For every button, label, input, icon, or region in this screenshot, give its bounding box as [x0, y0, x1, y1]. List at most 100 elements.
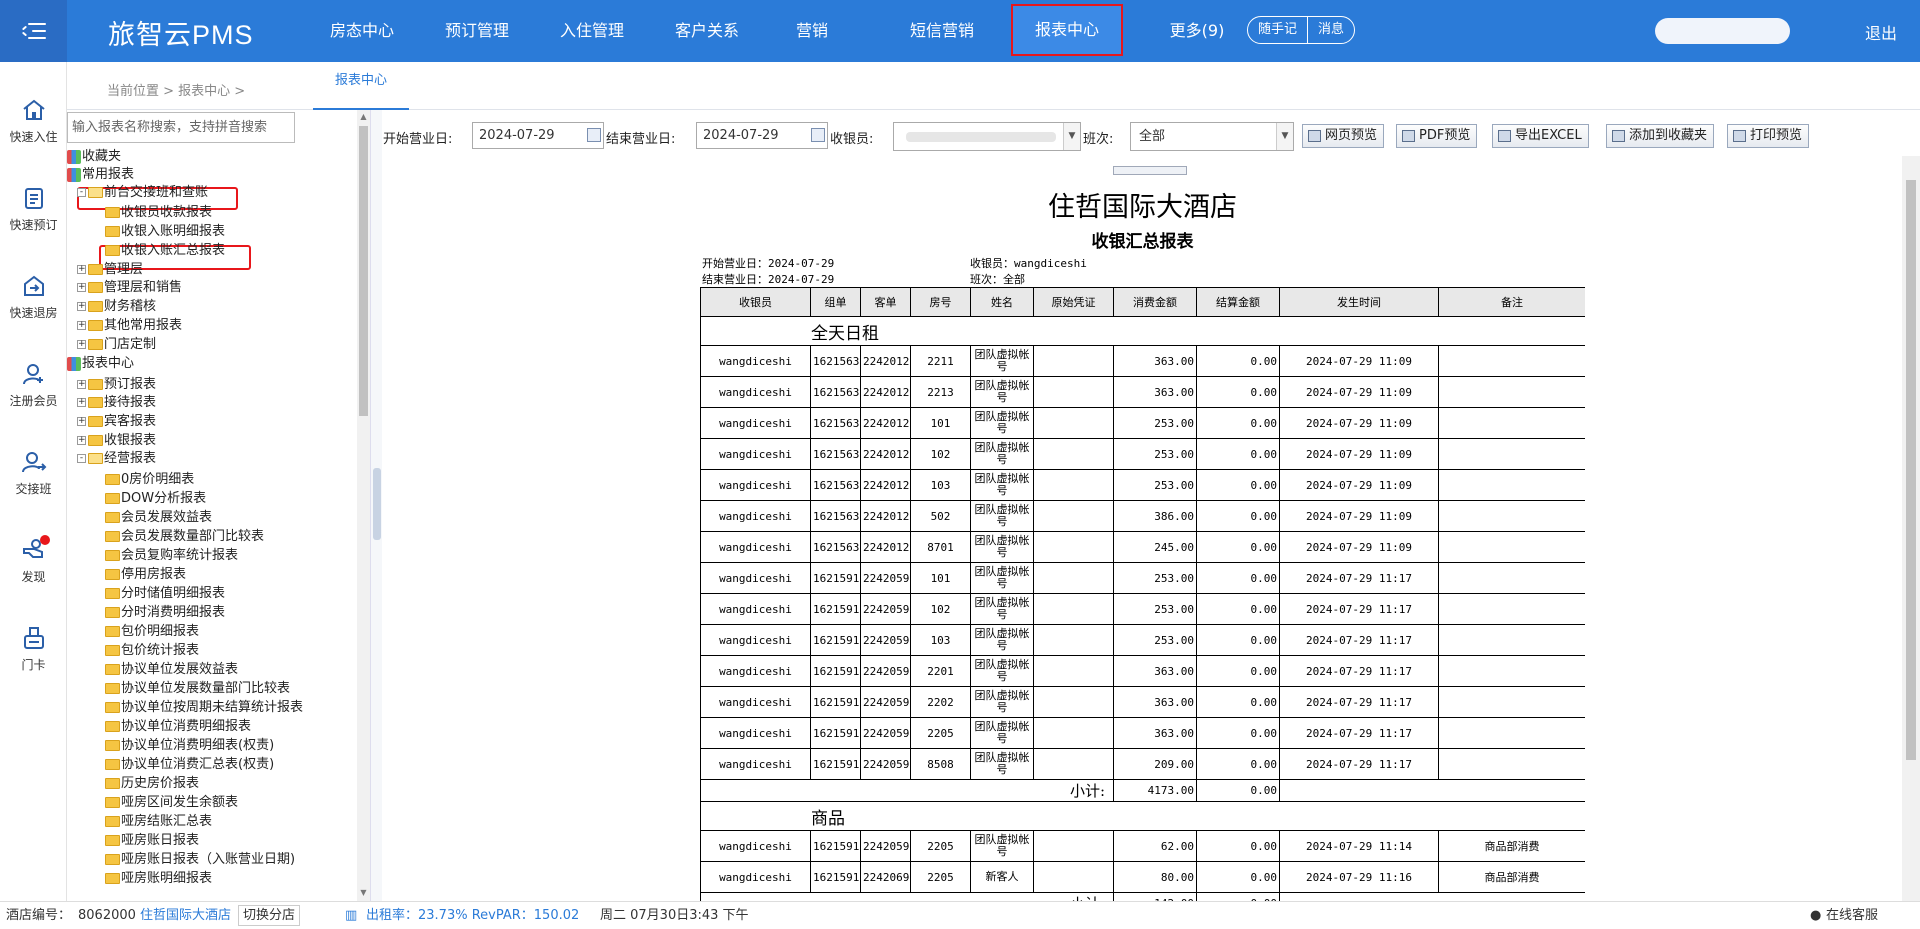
table-row[interactable]: wangdiceshi 1621591 2242059 8508 团队虚拟帐号 209.0…	[700, 748, 1585, 780]
expand-icon[interactable]: +	[77, 321, 86, 330]
tree-node[interactable]: 收银员收款报表	[105, 203, 212, 222]
tree-node[interactable]: 协议单位消费汇总表(权责)	[105, 755, 274, 774]
quick-booking-button[interactable]: 快速预订	[0, 186, 67, 233]
expand-icon[interactable]: +	[77, 380, 86, 389]
register-member-button[interactable]: 注册会员	[0, 362, 67, 409]
table-row[interactable]: wangdiceshi 1621591 2242059 2201 团队虚拟帐号 363.0…	[700, 655, 1585, 687]
tree-scrollbar[interactable]: ▲ ▼	[357, 110, 370, 901]
logout-link[interactable]: 退出	[1865, 20, 1897, 44]
table-row[interactable]: wangdiceshi 1621563 2242012 101 团队虚拟帐号 253.00…	[700, 407, 1585, 439]
tree-node[interactable]: 会员复购率统计报表	[105, 546, 238, 565]
tab-report-center[interactable]: 报表中心	[313, 62, 409, 110]
menu-toggle-button[interactable]	[0, 0, 67, 62]
calendar-icon[interactable]	[811, 128, 825, 142]
collapse-toolbar-handle[interactable]	[1113, 166, 1187, 175]
tree-node[interactable]: + 财务稽核	[77, 297, 156, 316]
discover-button[interactable]: 发现	[0, 535, 67, 585]
web-preview-button[interactable]: 网页预览	[1302, 124, 1385, 148]
tree-node[interactable]: 协议单位消费明细报表	[105, 717, 251, 736]
tree-node[interactable]: + 接待报表	[77, 393, 156, 412]
table-row[interactable]: wangdiceshi 1621591 2242059 101 团队虚拟帐号 253.00…	[700, 562, 1585, 594]
note-button[interactable]: 随手记	[1248, 17, 1307, 43]
tree-node[interactable]: 会员发展数量部门比较表	[105, 527, 264, 546]
expand-icon[interactable]: +	[77, 436, 86, 445]
start-date-input[interactable]: 2024-07-29	[472, 122, 604, 149]
tree-node[interactable]: + 门店定制	[77, 335, 156, 354]
pdf-preview-button[interactable]: PDF预览	[1396, 124, 1478, 148]
online-service-link[interactable]: 在线客服	[1826, 902, 1878, 929]
panel-splitter[interactable]	[370, 110, 382, 901]
table-row[interactable]: wangdiceshi 1621563 2242012 2213 团队虚拟帐号 363.0…	[700, 376, 1585, 408]
table-row[interactable]: wangdiceshi 1621591 2242059 2205 团队虚拟帐号 363.0…	[700, 717, 1585, 749]
tree-node[interactable]: 收银入账明细报表	[105, 222, 225, 241]
tree-node[interactable]: 协议单位发展效益表	[105, 660, 238, 679]
shift-select[interactable]: 全部 ▼	[1130, 122, 1294, 151]
table-row[interactable]: wangdiceshi 1621591 2242059 2205 团队虚拟帐号 62.00…	[700, 830, 1585, 862]
tree-node[interactable]: + 其他常用报表	[77, 316, 182, 335]
tree-node[interactable]: 常用报表	[67, 165, 134, 184]
shift-handover-button[interactable]: 交接班	[0, 450, 67, 497]
tree-node[interactable]: 分时储值明细报表	[105, 584, 225, 603]
chevron-down-icon[interactable]: ▼	[1063, 123, 1080, 150]
tree-node[interactable]: - 经营报表	[77, 449, 156, 468]
report-search-input[interactable]: 输入报表名称搜索，支持拼音搜索	[67, 112, 295, 143]
end-date-input[interactable]: 2024-07-29	[696, 122, 828, 149]
quick-checkout-button[interactable]: 快速退房	[0, 274, 67, 321]
tree-node[interactable]: 哑房账明细报表	[105, 869, 212, 888]
expand-icon[interactable]: +	[77, 302, 86, 311]
tree-node[interactable]: 哑房账日报表	[105, 831, 199, 850]
tree-node[interactable]: 哑房账日报表（入账营业日期)	[105, 850, 295, 869]
expand-icon[interactable]: +	[77, 283, 86, 292]
export-excel-button[interactable]: 导出EXCEL	[1492, 124, 1589, 148]
cashier-select[interactable]: ▼	[893, 122, 1081, 151]
tree-node[interactable]: 哑房区间发生余额表	[105, 793, 238, 812]
nav-item[interactable]: 客户关系	[657, 0, 757, 62]
tree-node[interactable]: 分时消费明细报表	[105, 603, 225, 622]
tree-node[interactable]: DOW分析报表	[105, 489, 206, 508]
scrollbar-thumb[interactable]	[359, 126, 368, 416]
tree-node[interactable]: 收银入账汇总报表	[105, 241, 225, 260]
print-preview-button[interactable]: 打印预览	[1727, 124, 1810, 148]
expand-icon[interactable]: +	[77, 265, 86, 274]
nav-item[interactable]: 更多(9)	[1152, 0, 1242, 62]
scroll-up-icon[interactable]: ▲	[357, 111, 370, 123]
nav-item[interactable]: 预订管理	[427, 0, 527, 62]
calendar-icon[interactable]	[587, 128, 601, 142]
table-row[interactable]: wangdiceshi 1621591 2242059 102 团队虚拟帐号 253.00…	[700, 593, 1585, 625]
nav-item[interactable]: 短信营销	[887, 0, 997, 62]
table-row[interactable]: wangdiceshi 1621591 2242059 2202 团队虚拟帐号 363.0…	[700, 686, 1585, 718]
collapse-icon[interactable]: -	[77, 188, 86, 197]
tree-node[interactable]: + 管理层和销售	[77, 278, 182, 297]
tree-node[interactable]: 包价明细报表	[105, 622, 199, 641]
user-avatar[interactable]	[1655, 18, 1790, 44]
quick-checkin-button[interactable]: 快速入住	[0, 98, 67, 145]
tree-node[interactable]: 协议单位消费明细表(权责)	[105, 736, 274, 755]
table-row[interactable]: wangdiceshi 1621591 2242069 2205 新客人 80.00 0.0…	[700, 861, 1585, 893]
nav-item[interactable]: 报表中心	[1011, 4, 1123, 56]
nav-item[interactable]: 入住管理	[542, 0, 642, 62]
add-favorite-button[interactable]: 添加到收藏夹	[1606, 124, 1715, 148]
nav-item[interactable]: 房态中心	[312, 0, 412, 62]
table-row[interactable]: wangdiceshi 1621591 2242059 103 团队虚拟帐号 253.00…	[700, 624, 1585, 656]
door-card-button[interactable]: 门卡	[0, 626, 67, 673]
tree-node[interactable]: 会员发展效益表	[105, 508, 212, 527]
scroll-down-icon[interactable]: ▼	[357, 887, 370, 899]
tree-node[interactable]: + 宾客报表	[77, 412, 156, 431]
scrollbar-thumb[interactable]	[1906, 180, 1916, 760]
tree-node[interactable]: 0房价明细表	[105, 470, 194, 489]
tree-node[interactable]: - 前台交接班和查账	[77, 183, 208, 202]
table-row[interactable]: wangdiceshi 1621563 2242012 502 团队虚拟帐号 386.00…	[700, 500, 1585, 532]
tree-node[interactable]: + 收银报表	[77, 431, 156, 450]
tree-node[interactable]: + 预订报表	[77, 375, 156, 394]
expand-icon[interactable]: +	[77, 340, 86, 349]
tree-node[interactable]: 报表中心	[67, 354, 134, 373]
table-row[interactable]: wangdiceshi 1621563 2242012 8701 团队虚拟帐号 245.0…	[700, 531, 1585, 563]
collapse-icon[interactable]: -	[77, 454, 86, 463]
tree-node[interactable]: + 管理层	[77, 260, 143, 279]
viewer-scrollbar[interactable]	[1902, 156, 1920, 901]
expand-icon[interactable]: +	[77, 417, 86, 426]
chevron-down-icon[interactable]: ▼	[1276, 123, 1293, 150]
nav-item[interactable]: 营销	[777, 0, 847, 62]
tree-node[interactable]: 协议单位发展数量部门比较表	[105, 679, 290, 698]
tree-node[interactable]: 历史房价报表	[105, 774, 199, 793]
